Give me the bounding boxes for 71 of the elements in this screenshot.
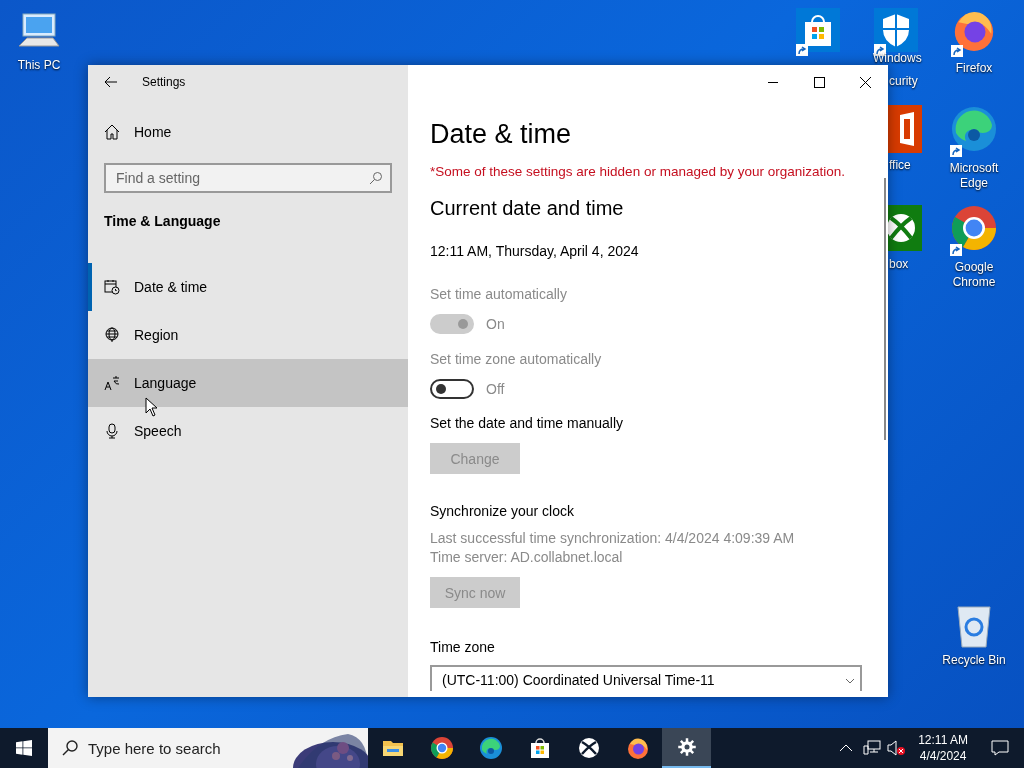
toggle-state: On (486, 314, 505, 334)
setting-label: Set the date and time manually (430, 414, 624, 433)
desktop-icon-label: This PC (17, 58, 61, 73)
toggle-label: Set time automatically (430, 285, 568, 304)
shortcut-arrow-icon (796, 44, 808, 56)
back-arrow-icon[interactable] (104, 76, 118, 88)
window-title: Settings (142, 75, 186, 89)
setting-label: Synchronize your clock (430, 502, 575, 521)
home-icon (104, 124, 120, 140)
edge-icon (950, 105, 998, 153)
toggle-state: Off (486, 379, 505, 399)
shortcut-arrow-icon (950, 244, 962, 256)
settings-icon (676, 737, 697, 757)
desktop-icon-label: Microsoft (949, 161, 999, 176)
mouse-cursor-icon (145, 397, 158, 417)
desktop-icon-label: Recycle Bin (942, 653, 1006, 668)
desktop-icon-label: Chrome (952, 275, 996, 290)
chevron-up-icon[interactable] (840, 744, 853, 752)
time-zone-dropdown[interactable]: (UTC-11:00) Coordinated Universal Time-11 (430, 665, 862, 691)
chrome-icon (950, 204, 998, 252)
section-heading: Time & Language (103, 212, 222, 231)
store-tile-icon (796, 8, 840, 52)
muted-speaker-icon[interactable] (887, 740, 908, 756)
desktop-icon-label: box (889, 257, 909, 272)
chrome-icon (429, 736, 454, 760)
desktop-icon-label: Firefox (955, 61, 993, 76)
current-date-time: 12:11 AM, Thursday, April 4, 2024 (430, 242, 640, 261)
taskbar-date[interactable]: 4/4/2024 (919, 748, 967, 764)
windows-logo-icon (16, 740, 32, 756)
edge-icon (478, 736, 503, 760)
desktop-icon-label: ffice (889, 158, 911, 173)
sidebar-nav-item[interactable]: Date & time (88, 263, 408, 311)
search-icon (62, 740, 78, 756)
maximize-icon (813, 76, 825, 88)
minimize-icon (768, 81, 778, 83)
desktop-icon-label: curity (889, 74, 918, 89)
scrollbar[interactable] (884, 178, 886, 440)
section-heading: Current date and time (430, 197, 625, 220)
xbox-icon (576, 736, 601, 760)
calendar-clock-icon (104, 279, 120, 295)
taskbar-time[interactable]: 12:11 AM (918, 732, 968, 748)
desktop-icon-label: Windows (873, 51, 922, 66)
sidebar-nav-item[interactable]: Region (88, 311, 408, 359)
taskbar-search-field[interactable]: Type here to search (48, 728, 368, 768)
notification-icon (991, 740, 1009, 756)
recycle-bin-icon (954, 603, 994, 649)
taskbar-app-button[interactable] (662, 728, 711, 768)
policy-notice: *Some of these settings are hidden or managed by your organization. (430, 164, 846, 179)
search-icon (369, 171, 383, 185)
firefox-icon (625, 736, 650, 760)
globe-icon (104, 327, 120, 343)
desktop-icon-label: Edge (960, 176, 988, 191)
close-icon (859, 76, 871, 88)
toggle-switch[interactable] (430, 379, 474, 399)
desktop-icon-label: Google (954, 260, 994, 275)
toggle-label: Set time zone automatically (430, 350, 603, 369)
language-icon (104, 375, 120, 391)
page-title: Date & time (430, 119, 573, 150)
sync-status: Last successful time synchronization: 4/4/2024 4:09:39 AM (430, 529, 796, 548)
chevron-down-icon (846, 679, 854, 685)
shortcut-arrow-icon (951, 45, 963, 57)
shield-tile-icon (874, 8, 918, 52)
sidebar-nav-item[interactable]: Speech (88, 407, 408, 455)
setting-label: Time zone (430, 638, 496, 657)
home-nav-item[interactable]: Home (88, 99, 408, 145)
network-icon[interactable] (863, 740, 882, 756)
shortcut-arrow-icon (950, 145, 962, 157)
microphone-icon (104, 423, 120, 439)
time-server: Time server: AD.collabnet.local (430, 548, 624, 567)
search-input[interactable]: Type here to search (88, 736, 278, 760)
search-field[interactable]: Find a setting (104, 163, 392, 193)
